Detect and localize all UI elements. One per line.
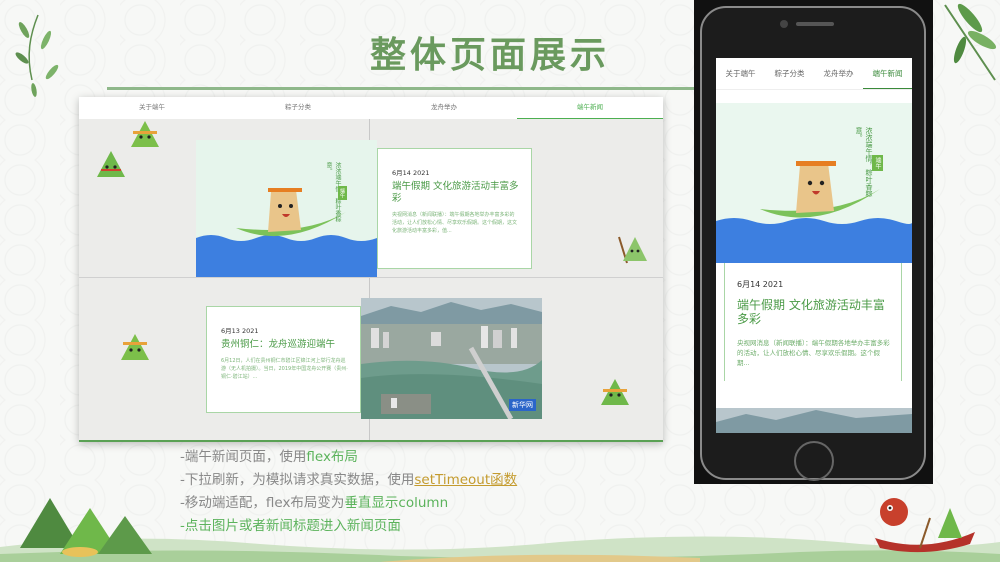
zongzi-mascot-icon xyxy=(97,151,125,177)
zongzi-mascot-icon xyxy=(121,334,149,360)
news-card-1[interactable]: 6月14 2021 端午假期 文化旅游活动丰富多彩 央视网消息（新闻联播）：端午… xyxy=(377,148,532,269)
mobile-nav-bar: 关于端午 粽子分类 龙舟举办 端午新闻 xyxy=(716,58,912,90)
row-divider xyxy=(79,277,663,278)
phone-frame: 关于端午 粽子分类 龙舟举办 端午新闻 浓浓端午情，粽叶香粽意。 端午 6月14… xyxy=(700,6,926,481)
bamboo-leaves-decoration xyxy=(15,14,59,97)
dragon-boat-decoration xyxy=(875,498,975,553)
zongzi-boat-illustration xyxy=(196,140,377,277)
mobile-city-photo[interactable] xyxy=(716,408,912,433)
mobile-tab-dragonboat[interactable]: 龙舟举办 xyxy=(814,58,863,89)
desktop-tab-dragonboat[interactable]: 龙舟举办 xyxy=(371,97,517,119)
home-button[interactable] xyxy=(794,441,834,481)
news-summary: 6月12日，人们在贵州铜仁市碧江区锦江河上举行龙舟巡游（无人机拍摄）。当日，20… xyxy=(221,358,348,380)
note-pull-refresh: -下拉刷新，为模拟请求真实数据，使用setTimeout函数 xyxy=(180,472,518,488)
zongzi-mascot-icon xyxy=(131,121,159,147)
camera-icon xyxy=(780,20,788,28)
mobile-news-card[interactable]: 6月14 2021 端午假期 文化旅游活动丰富多彩 央视网消息（新闻联播）：端午… xyxy=(724,263,902,381)
mobile-preview: 关于端午 粽子分类 龙舟举办 端午新闻 浓浓端午情，粽叶香粽意。 端午 6月14… xyxy=(694,0,933,484)
news-date: 6月14 2021 xyxy=(737,280,784,289)
news-date: 6月14 2021 xyxy=(392,169,430,177)
mobile-tab-news[interactable]: 端午新闻 xyxy=(863,58,912,89)
news-headline-link[interactable]: 端午假期 文化旅游活动丰富多彩 xyxy=(392,181,519,205)
mobile-tab-about[interactable]: 关于端午 xyxy=(716,58,765,89)
news-image-city[interactable]: 新华网 xyxy=(361,298,542,419)
title-underline xyxy=(107,87,697,90)
banner-seal: 端午 xyxy=(872,155,883,171)
news-summary: 央视网消息（新闻联播）：端午假期各地举办丰富多彩的活动，让人们放松心情、尽享欢乐… xyxy=(737,339,890,367)
banner-caption: 浓浓端午情，粽叶香粽意。 xyxy=(855,127,873,197)
zongzi-mascot-icon xyxy=(601,379,629,405)
news-headline-link[interactable]: 端午假期 文化旅游活动丰富多彩 xyxy=(737,298,891,326)
zongzi-pile-decoration xyxy=(20,498,152,557)
zongzi-boat-illustration xyxy=(716,103,912,263)
news-summary: 央视网消息（新闻联播）：端午假期各地举办丰富多彩的活动，让人们放松心情、尽享欢乐… xyxy=(392,212,518,234)
speaker-icon xyxy=(796,22,834,26)
desktop-tab-zongzi[interactable]: 粽子分类 xyxy=(225,97,371,119)
desktop-preview: 关于端午 粽子分类 龙舟举办 端午新闻 浓浓端午情，粽叶香粽意。 端午 6月14… xyxy=(79,97,663,442)
desktop-nav-bar: 关于端午 粽子分类 龙舟举办 端午新闻 xyxy=(79,97,663,119)
news-card-2[interactable]: 6月13 2021 贵州铜仁：龙舟巡游迎端午 6月12日，人们在贵州铜仁市碧江区… xyxy=(206,306,361,413)
slide-title: 整体页面展示 xyxy=(370,35,611,76)
photo-watermark: 新华网 xyxy=(509,399,536,411)
news-date: 6月13 2021 xyxy=(221,327,259,335)
news-image-banner[interactable]: 浓浓端午情，粽叶香粽意。 端午 xyxy=(196,140,377,277)
news-headline-link[interactable]: 贵州铜仁：龙舟巡游迎端午 xyxy=(221,339,348,351)
mobile-tab-zongzi[interactable]: 粽子分类 xyxy=(765,58,814,89)
phone-screen: 关于端午 粽子分类 龙舟举办 端午新闻 浓浓端午情，粽叶香粽意。 端午 6月14… xyxy=(716,58,912,433)
desktop-tab-news[interactable]: 端午新闻 xyxy=(517,97,663,119)
mobile-news-image[interactable]: 浓浓端午情，粽叶香粽意。 端午 xyxy=(716,103,912,263)
bamboo-leaves-decoration xyxy=(944,3,997,81)
desktop-tab-about[interactable]: 关于端午 xyxy=(79,97,225,119)
zongzi-rowing-mascot-icon xyxy=(618,236,647,264)
banner-seal: 端午 xyxy=(338,186,347,200)
note-flex-layout: -端午新闻页面，使用flex布局 xyxy=(180,449,358,465)
